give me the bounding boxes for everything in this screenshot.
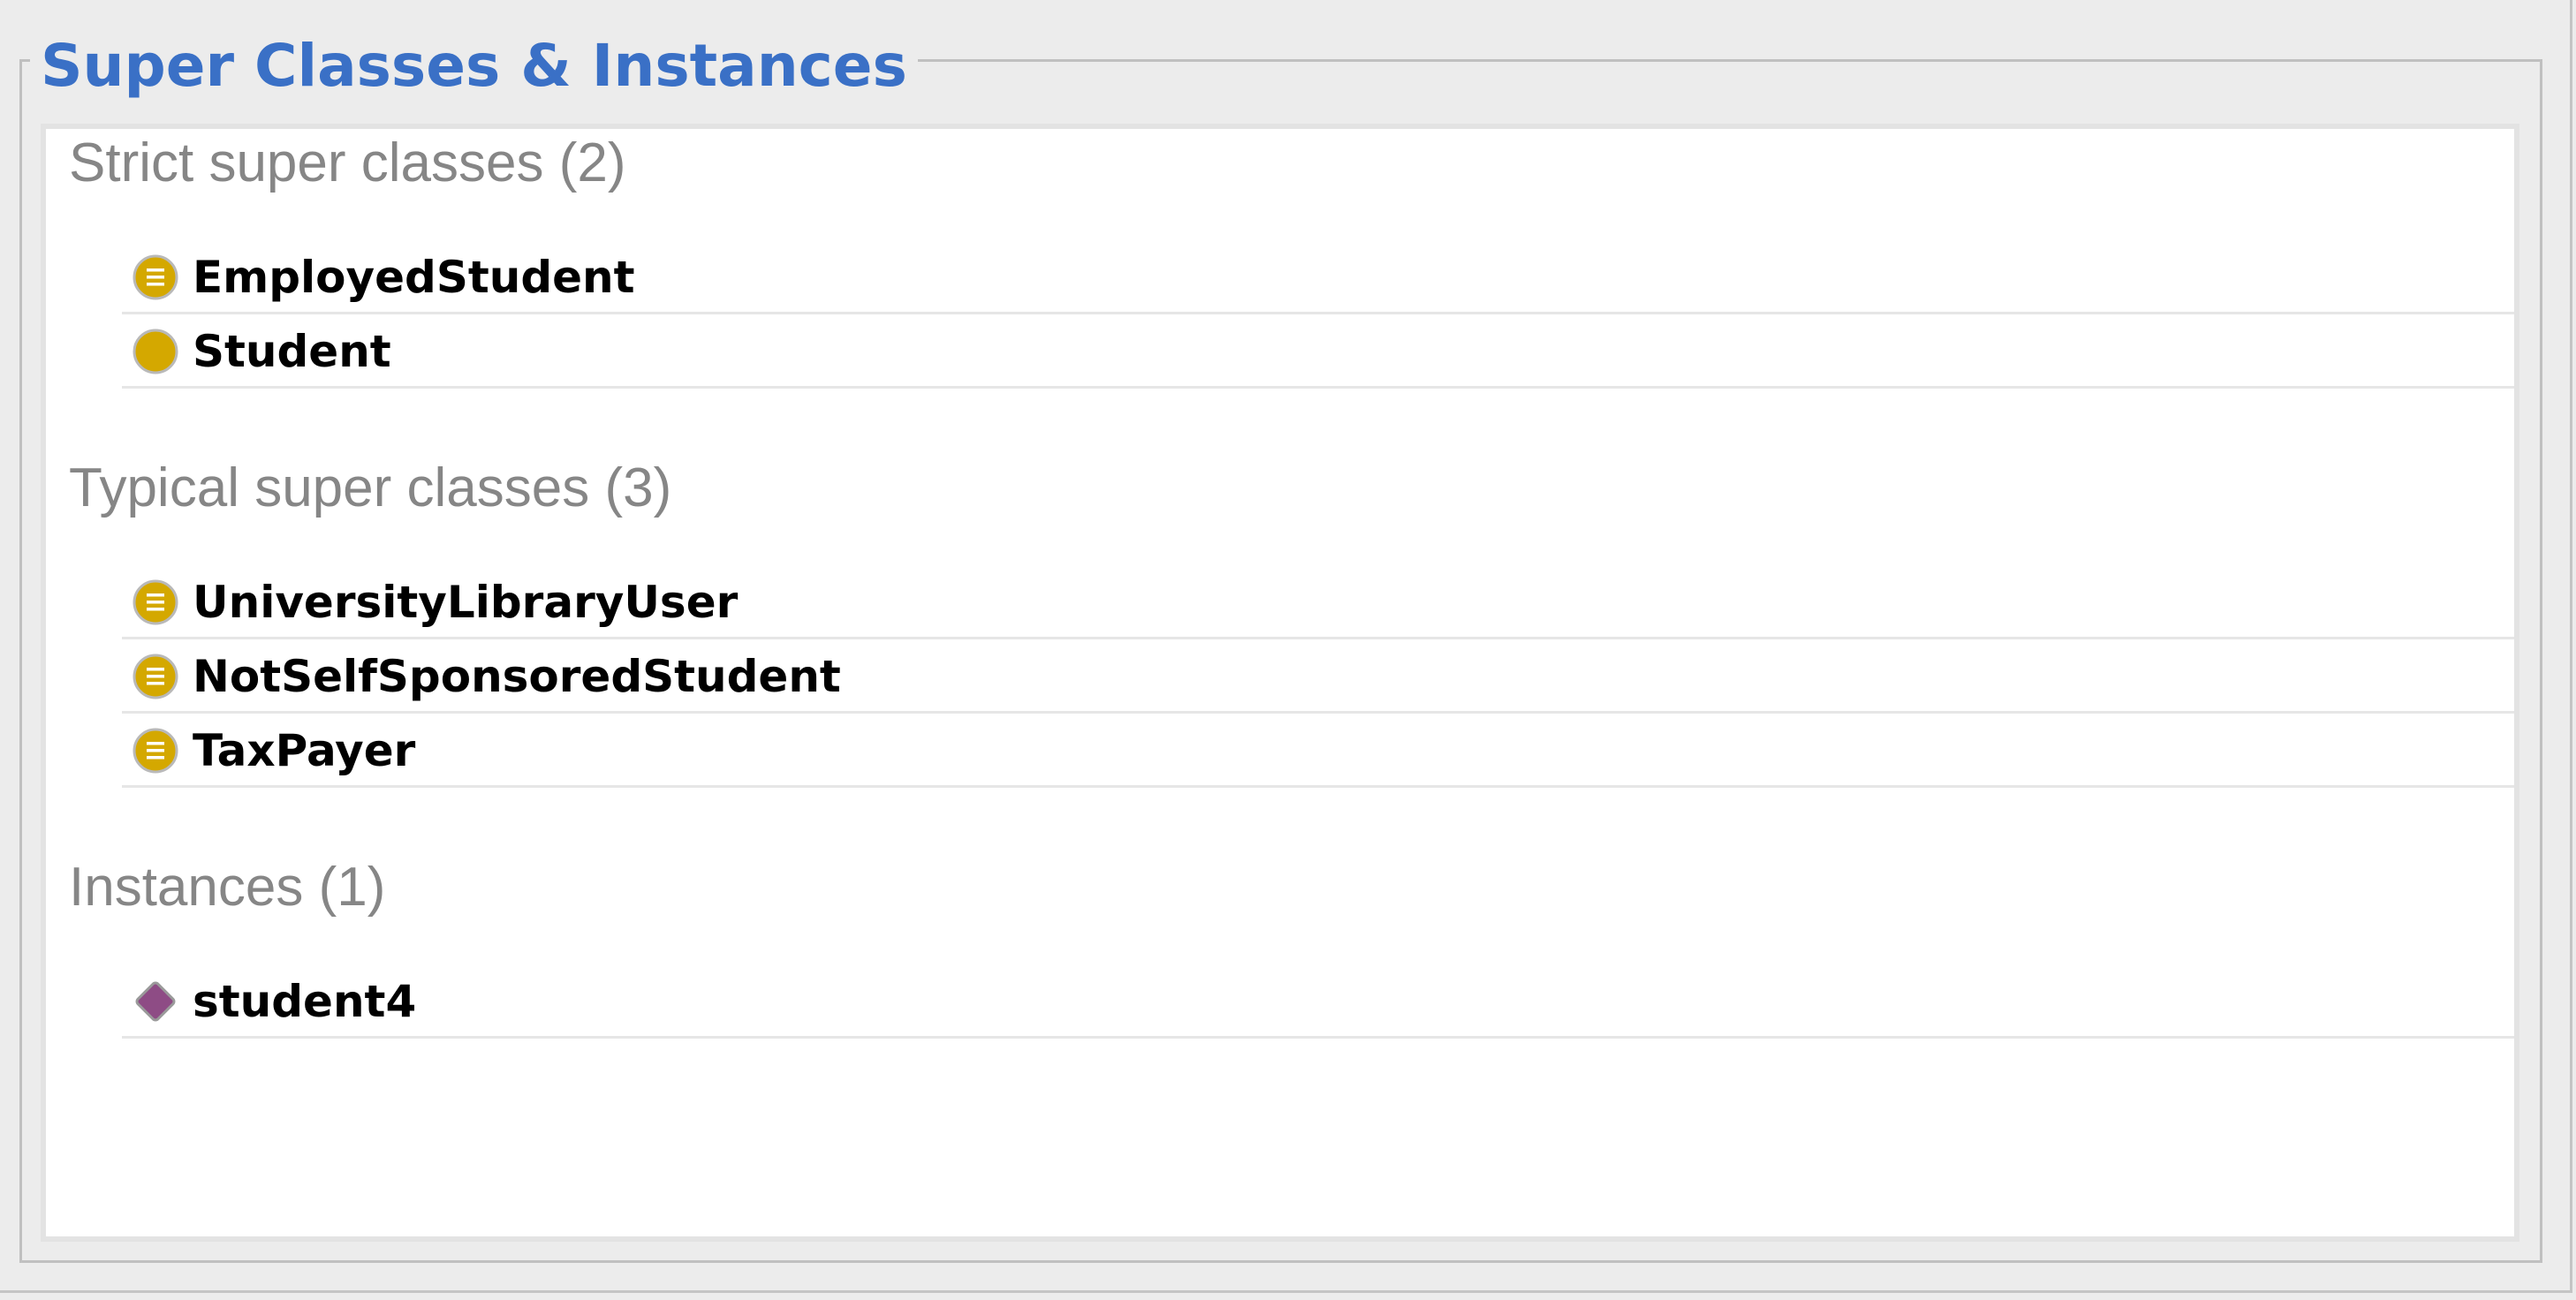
- section-header-strict: Strict super classes (2): [69, 132, 626, 193]
- list-item-employedstudent[interactable]: EmployedStudent: [122, 240, 2514, 314]
- defined-class-icon: [133, 579, 178, 625]
- panel-title: Super Classes & Instances: [30, 26, 918, 106]
- list-item-label: Student: [193, 326, 391, 377]
- list-item-universitylibraryuser[interactable]: UniversityLibraryUser: [122, 565, 2514, 639]
- list-item-label: EmployedStudent: [193, 252, 635, 303]
- class-icon: [133, 329, 178, 374]
- section-header-instances: Instances (1): [69, 857, 386, 918]
- list-item-label: UniversityLibraryUser: [193, 577, 739, 628]
- list-item-label: student4: [193, 976, 417, 1027]
- list-item-taxpayer[interactable]: TaxPayer: [122, 714, 2514, 788]
- list-item-label: TaxPayer: [193, 725, 416, 776]
- list-item-student[interactable]: Student: [122, 314, 2514, 389]
- defined-class-icon: [133, 728, 178, 774]
- defined-class-icon: [133, 254, 178, 300]
- panel-content: Strict super classes (2) EmployedStudent…: [41, 124, 2519, 1242]
- section-header-typical: Typical super classes (3): [69, 457, 672, 518]
- list-item-notselfsponsoredstudent[interactable]: NotSelfSponsoredStudent: [122, 639, 2514, 714]
- defined-class-icon: [133, 654, 178, 699]
- list-item-label: NotSelfSponsoredStudent: [193, 651, 841, 702]
- list-item-student4[interactable]: student4: [122, 964, 2514, 1039]
- individual-icon: [133, 979, 178, 1024]
